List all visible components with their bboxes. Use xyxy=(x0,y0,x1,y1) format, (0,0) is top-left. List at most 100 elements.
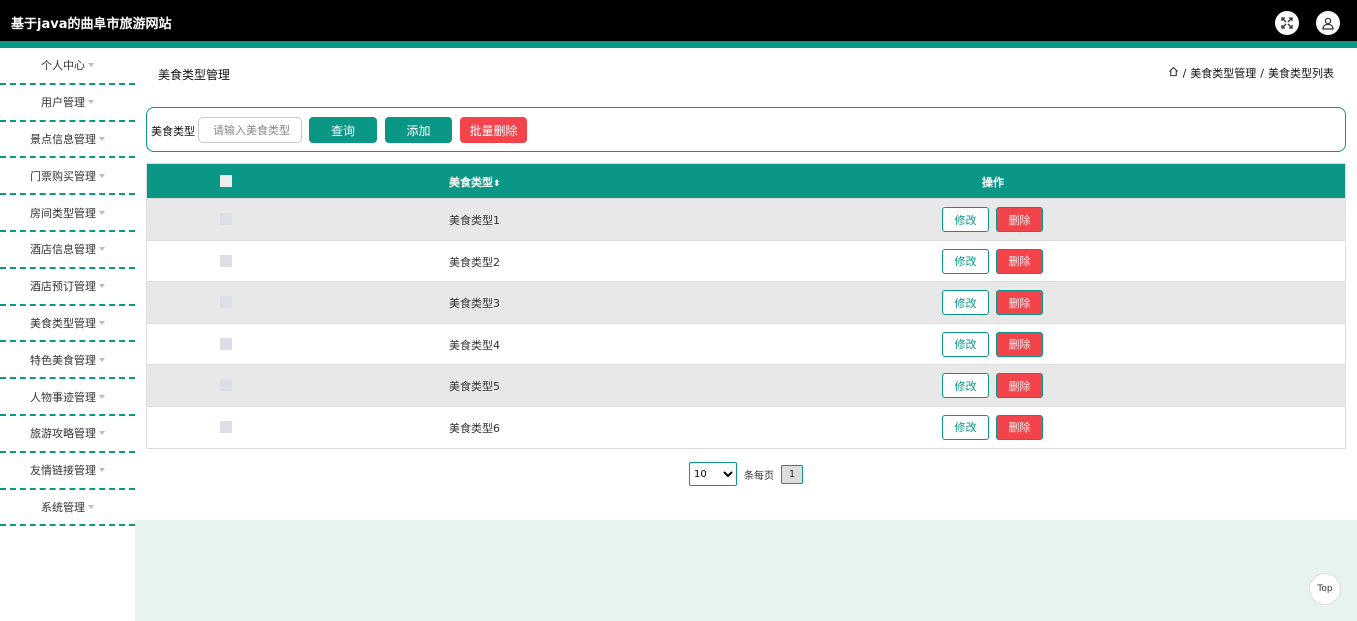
sidebar-item-label: 房间类型管理 xyxy=(30,206,96,220)
table-row: 美食类型1 修改 删除 xyxy=(147,198,1345,240)
row-checkbox[interactable] xyxy=(220,213,232,225)
caret-down-icon xyxy=(99,431,105,436)
cell-food-type: 美食类型1 xyxy=(449,214,500,227)
delete-button[interactable]: 删除 xyxy=(996,290,1043,316)
sidebar-item-hotel-info[interactable]: 酒店信息管理 xyxy=(0,232,135,269)
pagination: 10 条每页 1 xyxy=(689,462,803,486)
per-page-label: 条每页 xyxy=(744,470,774,482)
row-checkbox[interactable] xyxy=(220,420,232,433)
table-row: 美食类型4 修改 删除 xyxy=(147,322,1345,365)
column-header-actions: 操作 xyxy=(982,176,1004,189)
table-header: 美食类型⬍ 操作 xyxy=(147,164,1345,198)
sort-icon[interactable]: ⬍ xyxy=(493,179,501,189)
sidebar-item-label: 美食类型管理 xyxy=(30,316,96,330)
column-header-food-type[interactable]: 美食类型⬍ xyxy=(449,174,501,190)
cell-food-type: 美食类型4 xyxy=(449,338,500,352)
row-checkbox[interactable] xyxy=(220,296,232,309)
caret-down-icon xyxy=(99,247,105,252)
caret-down-icon xyxy=(99,173,105,178)
search-panel: 美食类型 查询 添加 批量删除 xyxy=(146,107,1346,152)
row-checkbox[interactable] xyxy=(220,254,232,267)
delete-button[interactable]: 删除 xyxy=(996,331,1043,357)
main-footer-area xyxy=(135,520,1357,621)
food-type-search-input[interactable] xyxy=(198,117,302,143)
home-icon[interactable] xyxy=(1168,66,1179,80)
cell-food-type: 美食类型5 xyxy=(449,380,500,394)
sidebar-item-label: 友情链接管理 xyxy=(30,464,96,478)
top-bar: 基于java的曲阜市旅游网站 xyxy=(0,0,1357,41)
sidebar-item-label: 特色美食管理 xyxy=(30,353,96,367)
caret-down-icon xyxy=(99,394,105,399)
fullscreen-icon[interactable] xyxy=(1275,11,1299,35)
row-checkbox[interactable] xyxy=(220,379,232,392)
user-icon[interactable] xyxy=(1316,11,1340,35)
caret-down-icon xyxy=(88,63,94,68)
delete-button[interactable]: 删除 xyxy=(996,373,1043,399)
breadcrumb-item-current: 美食类型列表 xyxy=(1268,67,1334,80)
query-button[interactable]: 查询 xyxy=(309,117,377,143)
sidebar-item-label: 个人中心 xyxy=(41,59,85,73)
page-title: 美食类型管理 xyxy=(158,68,231,82)
batch-delete-button[interactable]: 批量删除 xyxy=(460,117,527,143)
caret-down-icon xyxy=(99,357,105,362)
sidebar-item-label: 景点信息管理 xyxy=(30,132,96,146)
table-row: 美食类型2 修改 删除 xyxy=(147,239,1345,282)
edit-button[interactable]: 修改 xyxy=(942,248,989,274)
sidebar-item-label: 旅游攻略管理 xyxy=(30,427,96,441)
table-row: 美食类型5 修改 删除 xyxy=(147,364,1345,406)
delete-button[interactable]: 删除 xyxy=(996,414,1043,440)
table-row: 美食类型6 修改 删除 xyxy=(147,405,1345,448)
sidebar-item-travel-guides[interactable]: 旅游攻略管理 xyxy=(0,416,135,453)
sidebar-item-system[interactable]: 系统管理 xyxy=(0,490,135,527)
sidebar-item-label: 酒店预订管理 xyxy=(30,280,96,294)
food-type-table: 美食类型⬍ 操作 美食类型1 修改 删除 美食类型2 修改 删除 美食类型3 修… xyxy=(146,163,1346,449)
breadcrumb: / 美食类型管理 / 美食类型列表 xyxy=(1168,65,1334,81)
search-label: 美食类型 xyxy=(151,125,195,138)
cell-food-type: 美食类型3 xyxy=(449,297,500,311)
sidebar-item-people[interactable]: 人物事迹管理 xyxy=(0,379,135,416)
column-header-label: 美食类型 xyxy=(449,176,493,189)
sidebar-item-tickets[interactable]: 门票购买管理 xyxy=(0,158,135,196)
caret-down-icon xyxy=(88,504,94,509)
sidebar-item-hotel-booking[interactable]: 酒店预订管理 xyxy=(0,269,135,306)
caret-down-icon xyxy=(99,284,105,289)
caret-down-icon xyxy=(99,210,105,215)
sidebar-item-room-types[interactable]: 房间类型管理 xyxy=(0,195,135,232)
edit-button[interactable]: 修改 xyxy=(942,331,989,357)
sidebar-item-friend-links[interactable]: 友情链接管理 xyxy=(0,453,135,490)
sidebar: 个人中心 用户管理 景点信息管理 门票购买管理 房间类型管理 酒店信息管理 酒店… xyxy=(0,48,135,621)
app-title: 基于java的曲阜市旅游网站 xyxy=(11,17,172,32)
edit-button[interactable]: 修改 xyxy=(942,414,989,440)
sidebar-item-users[interactable]: 用户管理 xyxy=(0,85,135,122)
page-number-button[interactable]: 1 xyxy=(781,464,803,484)
sidebar-item-label: 系统管理 xyxy=(41,500,85,514)
page-size-select[interactable]: 10 xyxy=(689,462,737,486)
delete-button[interactable]: 删除 xyxy=(996,248,1043,274)
breadcrumb-separator: / xyxy=(1182,66,1187,80)
delete-button[interactable]: 删除 xyxy=(996,207,1043,232)
edit-button[interactable]: 修改 xyxy=(942,207,989,232)
sidebar-item-label: 门票购买管理 xyxy=(30,169,96,183)
header-accent-strip xyxy=(0,41,1357,48)
row-checkbox[interactable] xyxy=(220,337,232,350)
breadcrumb-separator: / xyxy=(1260,66,1264,80)
cell-food-type: 美食类型6 xyxy=(449,421,500,435)
sidebar-item-label: 酒店信息管理 xyxy=(30,243,96,257)
sidebar-item-personal-center[interactable]: 个人中心 xyxy=(0,48,135,85)
caret-down-icon xyxy=(99,320,105,325)
sidebar-item-food-types[interactable]: 美食类型管理 xyxy=(0,306,135,343)
caret-down-icon xyxy=(88,100,94,105)
caret-down-icon xyxy=(99,468,105,473)
cell-food-type: 美食类型2 xyxy=(449,255,500,269)
select-all-checkbox[interactable] xyxy=(220,175,232,187)
sidebar-item-label: 人物事迹管理 xyxy=(30,390,96,404)
add-button[interactable]: 添加 xyxy=(385,117,452,143)
back-to-top-button[interactable]: Top xyxy=(1309,573,1341,605)
sidebar-item-special-food[interactable]: 特色美食管理 xyxy=(0,342,135,380)
edit-button[interactable]: 修改 xyxy=(942,373,989,399)
sidebar-item-scenic-spots[interactable]: 景点信息管理 xyxy=(0,122,135,159)
caret-down-icon xyxy=(99,136,105,141)
edit-button[interactable]: 修改 xyxy=(942,290,989,316)
sidebar-item-label: 用户管理 xyxy=(41,96,85,110)
breadcrumb-item[interactable]: 美食类型管理 xyxy=(1190,65,1256,81)
